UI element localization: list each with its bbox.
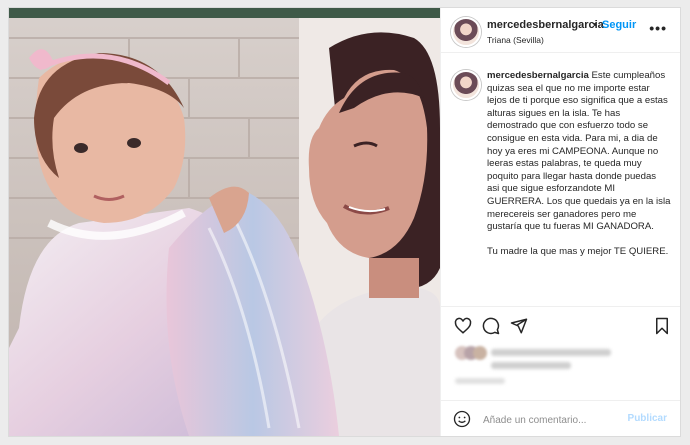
post-header: mercedesbernalgarcia • Seguir Triana (Se…	[441, 8, 680, 53]
caption-avatar[interactable]	[451, 70, 481, 100]
emoji-icon[interactable]	[453, 410, 471, 428]
likes-text-blurred	[491, 349, 611, 356]
post-sidebar: mercedesbernalgarcia • Seguir Triana (Se…	[440, 8, 680, 436]
photo-illustration	[9, 8, 440, 436]
username-link[interactable]: mercedesbernalgarcia	[487, 19, 604, 31]
comment-bar: Publicar	[441, 400, 680, 436]
publish-button[interactable]: Publicar	[628, 413, 667, 424]
caption-username[interactable]: mercedesbernalgarcia	[487, 70, 589, 81]
action-bar	[441, 306, 680, 337]
separator-dot: •	[593, 19, 597, 31]
post-photo[interactable]	[9, 8, 440, 436]
comment-icon[interactable]	[482, 317, 500, 335]
caption-text-block: mercedesbernalgarcia Este cumpleaños qui…	[487, 70, 671, 259]
share-icon[interactable]	[510, 317, 528, 335]
follow-button[interactable]: Seguir	[602, 19, 636, 31]
date-text-blurred	[455, 378, 505, 384]
likes-text-blurred	[491, 362, 571, 369]
more-icon[interactable]: •••	[649, 20, 667, 36]
instagram-post: mercedesbernalgarcia • Seguir Triana (Se…	[8, 7, 681, 437]
liker-avatars	[455, 346, 487, 360]
location-link[interactable]: Triana (Sevilla)	[487, 35, 544, 45]
bookmark-icon[interactable]	[653, 317, 671, 335]
heart-icon[interactable]	[454, 317, 472, 335]
avatar[interactable]	[451, 17, 481, 47]
caption-body: Este cumpleaños quizas sea el que no me …	[487, 70, 671, 258]
comment-input[interactable]	[481, 411, 625, 429]
